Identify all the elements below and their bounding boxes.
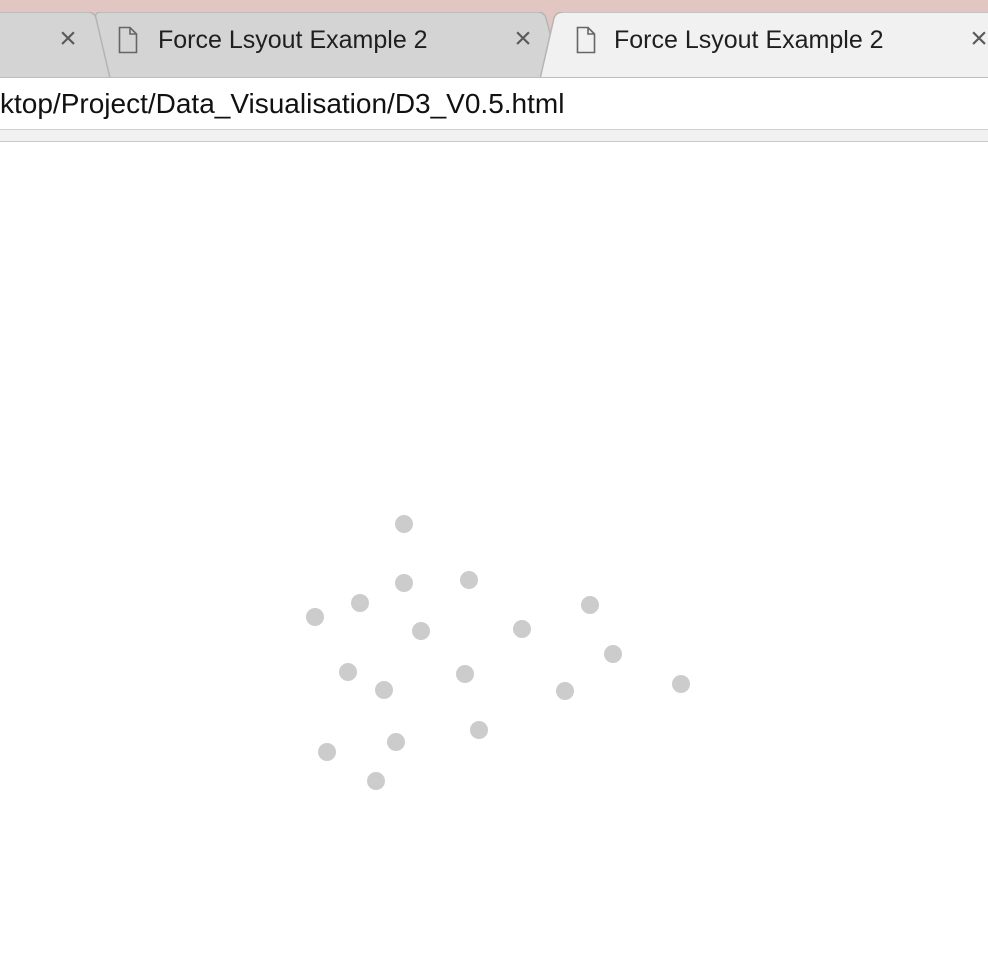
address-bar[interactable]: sktop/Project/Data_Visualisation/D3_V0.5… <box>0 78 988 130</box>
force-graph <box>306 515 690 790</box>
graph-node[interactable] <box>581 596 599 614</box>
graph-node[interactable] <box>318 743 336 761</box>
graph-node[interactable] <box>672 675 690 693</box>
address-bar-url[interactable]: sktop/Project/Data_Visualisation/D3_V0.5… <box>0 88 564 120</box>
graph-node[interactable] <box>470 721 488 739</box>
graph-node[interactable] <box>412 622 430 640</box>
graph-node[interactable] <box>460 571 478 589</box>
graph-node[interactable] <box>351 594 369 612</box>
graph-node[interactable] <box>367 772 385 790</box>
graph-node[interactable] <box>387 733 405 751</box>
tab-strip: × Force Lsyout Example 2 × Force Lsyout … <box>0 0 988 78</box>
page-content <box>0 142 988 954</box>
tab-3-title: Force Lsyout Example 2 <box>614 26 884 54</box>
graph-node[interactable] <box>306 608 324 626</box>
close-icon[interactable]: × <box>55 24 81 54</box>
graph-node[interactable] <box>395 574 413 592</box>
graph-node[interactable] <box>339 663 357 681</box>
close-icon[interactable]: × <box>510 24 536 54</box>
graph-node[interactable] <box>513 620 531 638</box>
graph-node[interactable] <box>556 682 574 700</box>
graph-node[interactable] <box>375 681 393 699</box>
tab-2-title: Force Lsyout Example 2 <box>158 26 428 54</box>
graph-node[interactable] <box>456 665 474 683</box>
graph-node[interactable] <box>604 645 622 663</box>
tab-2[interactable]: Force Lsyout Example 2 × <box>92 12 566 77</box>
browser-window: × Force Lsyout Example 2 × Force Lsyout … <box>0 0 988 954</box>
tab-3-active[interactable]: Force Lsyout Example 2 × <box>540 12 988 77</box>
page-icon <box>118 26 138 54</box>
graph-node[interactable] <box>395 515 413 533</box>
close-icon[interactable]: × <box>966 24 988 54</box>
page-icon <box>576 26 596 54</box>
toolbar: sktop/Project/Data_Visualisation/D3_V0.5… <box>0 78 988 142</box>
